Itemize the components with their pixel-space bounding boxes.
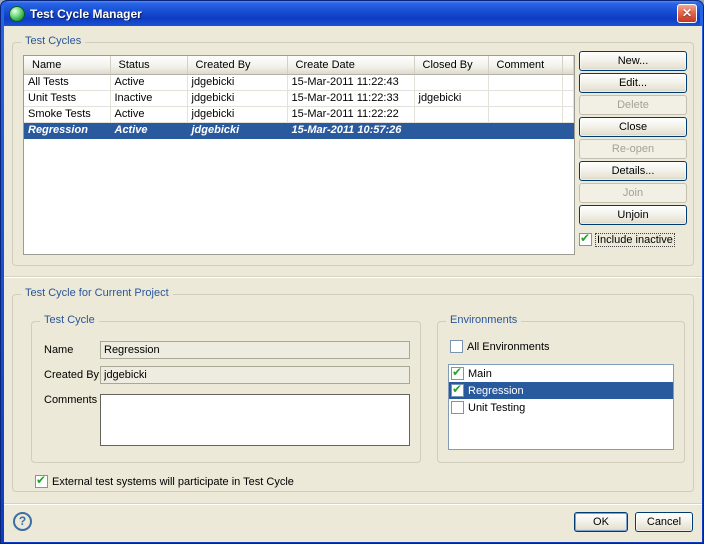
environment-item-label: Regression xyxy=(468,385,524,397)
cancel-button[interactable]: Cancel xyxy=(635,512,693,532)
column-header-create-date[interactable]: Create Date xyxy=(287,56,414,74)
current-project-group: Test Cycle for Current Project Test Cycl… xyxy=(12,294,694,492)
test-cycles-group-title: Test Cycles xyxy=(21,35,85,47)
include-inactive-checkbox[interactable]: Include inactive xyxy=(579,233,674,246)
reopen-button: Re-open xyxy=(579,139,687,159)
close-icon[interactable]: ✕ xyxy=(677,4,697,23)
test-cycles-table: Name Status Created By Create Date Close… xyxy=(23,55,575,255)
test-cycle-manager-window: Test Cycle Manager ✕ Test Cycles Name St… xyxy=(0,0,704,544)
test-cycle-subgroup: Test Cycle Name Created By Comments xyxy=(31,321,421,463)
checkbox-icon xyxy=(35,475,48,488)
help-button[interactable]: ? xyxy=(13,512,32,531)
join-button: Join xyxy=(579,183,687,203)
app-icon xyxy=(9,6,25,22)
checkbox-icon xyxy=(451,401,464,414)
table-row-selected[interactable]: Regression Active jdgebicki 15-Mar-2011 … xyxy=(24,122,574,138)
column-header-status[interactable]: Status xyxy=(110,56,187,74)
comments-field[interactable] xyxy=(100,394,410,446)
created-by-field[interactable] xyxy=(100,366,410,384)
created-by-label: Created By xyxy=(44,369,99,381)
table-header-row: Name Status Created By Create Date Close… xyxy=(24,56,574,74)
close-cycle-button[interactable]: Close xyxy=(579,117,687,137)
table-row[interactable]: All Tests Active jdgebicki 15-Mar-2011 1… xyxy=(24,74,574,90)
name-label: Name xyxy=(44,344,73,356)
environments-subgroup-title: Environments xyxy=(446,314,521,326)
environment-item-label: Unit Testing xyxy=(468,402,525,414)
comments-label: Comments xyxy=(44,394,97,406)
environments-list: Main Regression Unit Testing xyxy=(448,364,674,450)
footer-divider xyxy=(4,503,702,505)
external-test-systems-checkbox[interactable]: External test systems will participate i… xyxy=(35,475,294,488)
checkbox-icon xyxy=(451,384,464,397)
column-header-name[interactable]: Name xyxy=(24,56,110,74)
checkbox-icon xyxy=(450,340,463,353)
section-divider xyxy=(4,276,702,278)
new-button[interactable]: New... xyxy=(579,51,687,71)
window-title: Test Cycle Manager xyxy=(30,7,672,21)
ok-button[interactable]: OK xyxy=(574,512,628,532)
include-inactive-label: Include inactive xyxy=(596,234,674,246)
column-header-comment[interactable]: Comment xyxy=(488,56,562,74)
table-actions: New... Edit... Delete Close Re-open Deta… xyxy=(579,51,687,246)
column-header-created-by[interactable]: Created By xyxy=(187,56,287,74)
environment-item-main[interactable]: Main xyxy=(449,365,673,382)
all-environments-checkbox[interactable]: All Environments xyxy=(450,340,550,353)
column-header-closed-by[interactable]: Closed By xyxy=(414,56,488,74)
edit-button[interactable]: Edit... xyxy=(579,73,687,93)
environment-item-label: Main xyxy=(468,368,492,380)
checkbox-icon xyxy=(579,233,592,246)
environment-item-unit-testing[interactable]: Unit Testing xyxy=(449,399,673,416)
environments-subgroup: Environments All Environments Main Regre… xyxy=(437,321,685,463)
checkbox-icon xyxy=(451,367,464,380)
all-environments-label: All Environments xyxy=(467,341,550,353)
external-test-systems-label: External test systems will participate i… xyxy=(52,476,294,488)
table-row[interactable]: Smoke Tests Active jdgebicki 15-Mar-2011… xyxy=(24,106,574,122)
unjoin-button[interactable]: Unjoin xyxy=(579,205,687,225)
test-cycles-group: Test Cycles Name Status Created By Creat… xyxy=(12,42,694,266)
titlebar[interactable]: Test Cycle Manager ✕ xyxy=(4,1,700,26)
delete-button: Delete xyxy=(579,95,687,115)
table-row[interactable]: Unit Tests Inactive jdgebicki 15-Mar-201… xyxy=(24,90,574,106)
environment-item-regression[interactable]: Regression xyxy=(449,382,673,399)
current-project-group-title: Test Cycle for Current Project xyxy=(21,287,173,299)
test-cycle-subgroup-title: Test Cycle xyxy=(40,314,99,326)
dialog-body: Test Cycles Name Status Created By Creat… xyxy=(4,26,702,542)
details-button[interactable]: Details... xyxy=(579,161,687,181)
column-header-filler xyxy=(562,56,574,74)
name-field[interactable] xyxy=(100,341,410,359)
